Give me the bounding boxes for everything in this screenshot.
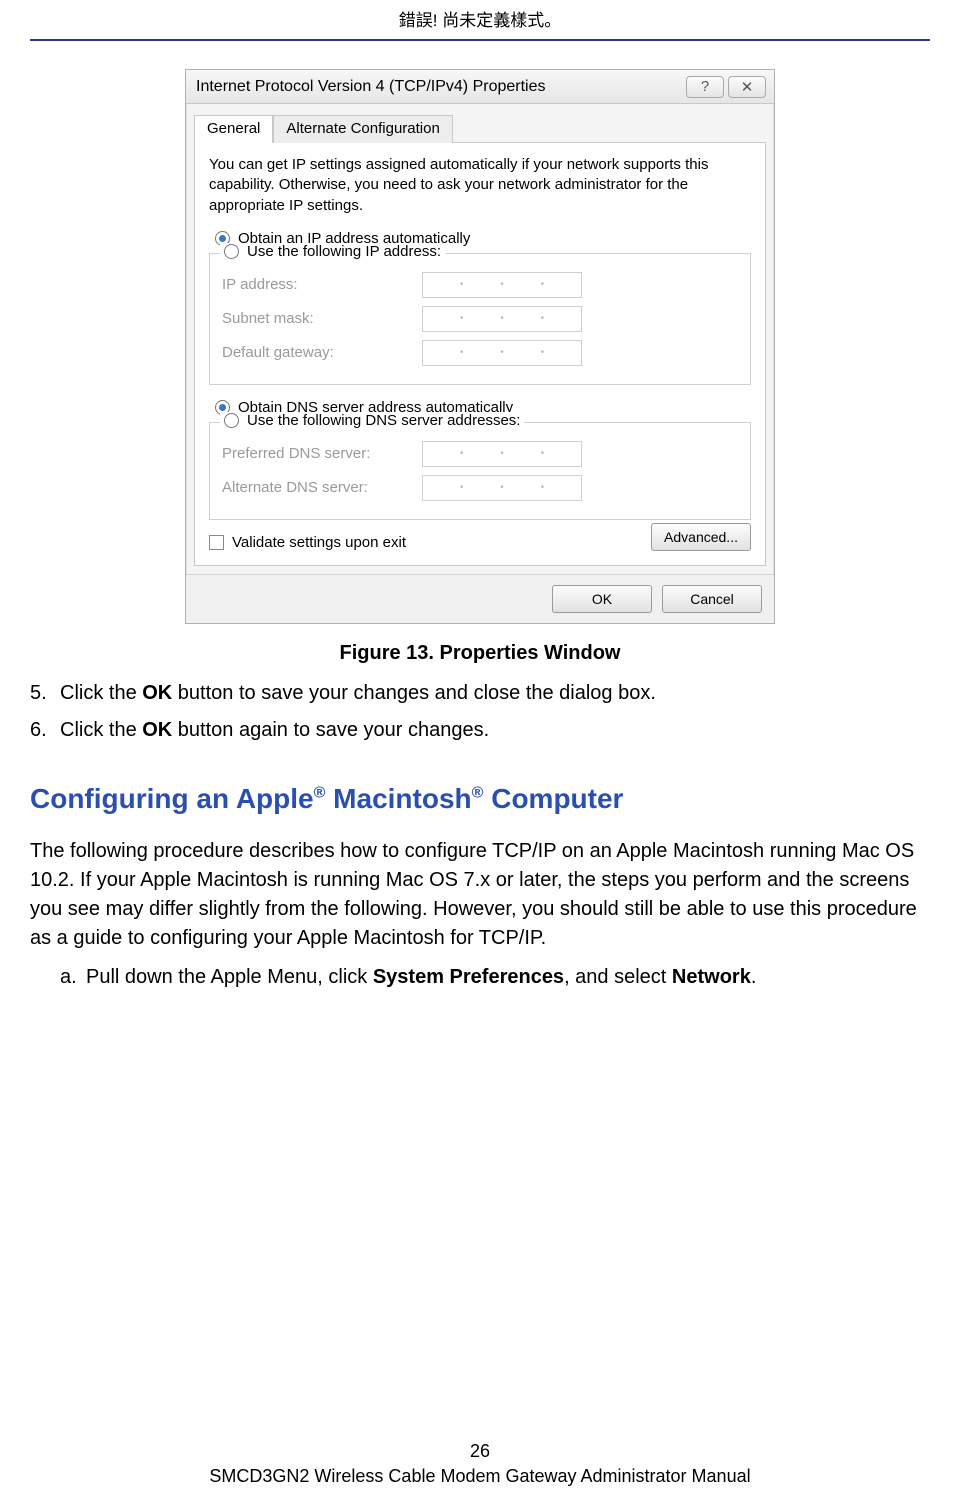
document-body: 5. Click the OK button to save your chan… (0, 679, 960, 993)
step-number: 6. (30, 716, 60, 745)
substep-text: . (751, 966, 757, 988)
substep-bold: System Preferences (373, 966, 564, 988)
radio-label: Use the following DNS server addresses: (247, 412, 520, 429)
step-bold: OK (142, 682, 172, 704)
label-subnet-mask: Subnet mask: (222, 310, 422, 327)
label-default-gateway: Default gateway: (222, 344, 422, 361)
substep-letter: a. (60, 963, 86, 992)
checkbox-icon (209, 535, 224, 550)
manual-title: SMCD3GN2 Wireless Cable Modem Gateway Ad… (0, 1466, 960, 1487)
ipv4-properties-dialog: Internet Protocol Version 4 (TCP/IPv4) P… (185, 69, 775, 624)
step-text: button to save your changes and close th… (172, 682, 656, 704)
checkbox-label: Validate settings upon exit (232, 534, 406, 551)
input-ip-address[interactable]: ••• (422, 272, 582, 298)
help-button[interactable]: ? (686, 76, 724, 98)
advanced-button[interactable]: Advanced... (651, 523, 751, 551)
page-header-error: 錯誤! 尚未定義樣式。 (0, 0, 960, 31)
input-preferred-dns[interactable]: ••• (422, 441, 582, 467)
label-alternate-dns: Alternate DNS server: (222, 479, 422, 496)
label-preferred-dns: Preferred DNS server: (222, 445, 422, 462)
input-subnet-mask[interactable]: ••• (422, 306, 582, 332)
label-ip-address: IP address: (222, 276, 422, 293)
substep-text: , and select (564, 966, 672, 988)
substep-text: Pull down the Apple Menu, click (86, 966, 373, 988)
dns-fieldset: Use the following DNS server addresses: … (209, 422, 751, 520)
radio-label: Use the following IP address: (247, 243, 441, 260)
section-heading: Configuring an Apple® Macintosh® Compute… (30, 779, 930, 820)
input-alternate-dns[interactable]: ••• (422, 475, 582, 501)
page-footer: 26 SMCD3GN2 Wireless Cable Modem Gateway… (0, 1441, 960, 1487)
step-text: Click the (60, 682, 142, 704)
step-5: 5. Click the OK button to save your chan… (30, 679, 930, 708)
dialog-tabs: General Alternate Configuration (194, 114, 766, 143)
dialog-footer: OK Cancel (186, 574, 774, 623)
tab-alternate-configuration[interactable]: Alternate Configuration (273, 115, 452, 143)
dialog-titlebar: Internet Protocol Version 4 (TCP/IPv4) P… (186, 70, 774, 104)
ip-fieldset: Use the following IP address: IP address… (209, 253, 751, 385)
step-bold: OK (142, 719, 172, 741)
substep-a: a. Pull down the Apple Menu, click Syste… (60, 963, 930, 992)
step-text: button again to save your changes. (172, 719, 489, 741)
intro-text: You can get IP settings assigned automat… (209, 155, 751, 216)
page-number: 26 (0, 1441, 960, 1462)
figure-caption: Figure 13. Properties Window (0, 642, 960, 665)
header-rule (30, 39, 930, 41)
close-button[interactable]: ✕ (728, 76, 766, 98)
step-6: 6. Click the OK button again to save you… (30, 716, 930, 745)
radio-icon (224, 413, 239, 428)
dialog-title: Internet Protocol Version 4 (TCP/IPv4) P… (196, 78, 682, 96)
input-default-gateway[interactable]: ••• (422, 340, 582, 366)
ok-button[interactable]: OK (552, 585, 652, 613)
section-paragraph: The following procedure describes how to… (30, 837, 930, 953)
tab-body-general: You can get IP settings assigned automat… (194, 143, 766, 566)
substep-bold: Network (672, 966, 751, 988)
step-number: 5. (30, 679, 60, 708)
cancel-button[interactable]: Cancel (662, 585, 762, 613)
radio-icon (224, 244, 239, 259)
radio-use-ip[interactable]: Use the following IP address: (220, 243, 445, 260)
step-text: Click the (60, 719, 142, 741)
radio-use-dns[interactable]: Use the following DNS server addresses: (220, 412, 524, 429)
tab-general[interactable]: General (194, 115, 273, 143)
